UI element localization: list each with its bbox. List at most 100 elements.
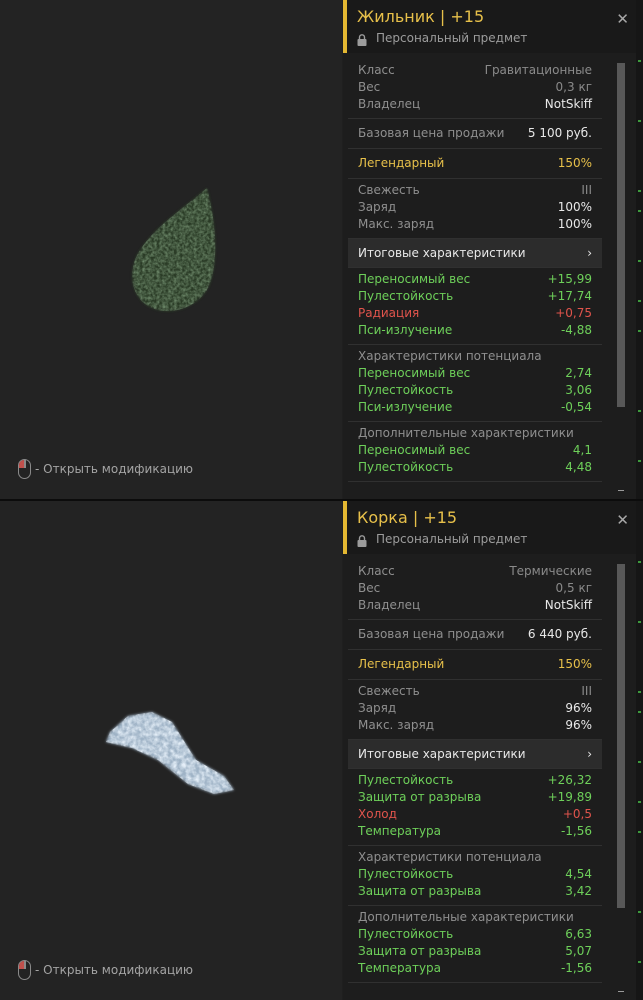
state-row-label: Макс. заряд bbox=[358, 217, 435, 231]
stat-row-label: Пулестойкость bbox=[358, 927, 454, 941]
stat-row-value: 5,07 bbox=[565, 944, 592, 958]
background-mark bbox=[638, 911, 641, 913]
extra-stats-section-header: Дополнительные характеристики bbox=[358, 910, 574, 924]
background-mark bbox=[638, 300, 641, 302]
state-row-value: III bbox=[581, 684, 592, 698]
state-row: Заряд 100% bbox=[358, 199, 592, 216]
rarity-section: Легендарный 150% bbox=[348, 149, 602, 179]
info-row-label: Вес bbox=[358, 581, 381, 595]
rarity-accent-bar bbox=[343, 501, 347, 554]
item-header: Жильник | +15 ✕ Персональный предмет bbox=[343, 0, 643, 53]
total-stats-toggle[interactable]: Итоговые характеристики › bbox=[348, 740, 602, 769]
artifact-texture bbox=[106, 712, 234, 794]
open-modification-label: - Открыть модификацию bbox=[35, 963, 194, 977]
stat-row: Температура -1,56 bbox=[358, 823, 592, 840]
artifact-preview: - Открыть модификацию bbox=[0, 501, 342, 1000]
background-mark bbox=[638, 460, 641, 462]
state-row: Заряд 96% bbox=[358, 700, 592, 717]
potential-stats-section: Характеристики потенциала Переносимый вес… bbox=[348, 345, 602, 422]
price-row: Базовая цена продажи 5 100 руб. bbox=[358, 125, 592, 142]
scrollbar-end bbox=[618, 991, 624, 992]
stat-row: Пулестойкость 4,48 bbox=[358, 459, 592, 476]
state-section: Свежесть III Заряд 100% Макс. заряд 100% bbox=[348, 179, 602, 239]
total-stats-toggle[interactable]: Итоговые характеристики › bbox=[348, 239, 602, 268]
total-stats-section: Переносимый вес +15,99 Пулестойкость +17,74… bbox=[348, 268, 602, 345]
open-modification-hint[interactable]: - Открыть модификацию bbox=[18, 960, 193, 980]
state-row-value: 100% bbox=[557, 217, 592, 231]
close-icon[interactable]: ✕ bbox=[616, 10, 629, 28]
open-modification-label: - Открыть модификацию bbox=[35, 462, 194, 476]
item-name: Жильник bbox=[357, 7, 435, 26]
rarity-row-value: 150% bbox=[557, 657, 592, 671]
stat-row-value: +19,89 bbox=[547, 790, 592, 804]
item-screen: - Открыть модификацию Жильник | +15 ✕ Персо… bbox=[0, 0, 643, 499]
stat-row: Пулестойкость +17,74 bbox=[358, 288, 592, 305]
price-row: Базовая цена продажи 6 440 руб. bbox=[358, 626, 592, 643]
price-section: Базовая цена продажи 5 100 руб. bbox=[348, 119, 602, 149]
extra-stats-section: Дополнительные характеристики Переносимый… bbox=[348, 422, 602, 482]
info-row: Класс Термические bbox=[358, 563, 592, 580]
background-mark bbox=[638, 330, 641, 332]
artifact-texture bbox=[132, 188, 216, 312]
stat-row: Температура -1,56 bbox=[358, 960, 592, 977]
background-mark bbox=[638, 801, 641, 803]
state-row-label: Свежесть bbox=[358, 183, 420, 197]
state-row-value: 96% bbox=[565, 718, 592, 732]
rarity-row: Легендарный 150% bbox=[358, 155, 592, 172]
state-row-value: III bbox=[581, 183, 592, 197]
artifact-image bbox=[132, 188, 216, 312]
stat-row: Пулестойкость 3,06 bbox=[358, 382, 592, 399]
stat-row-label: Пулестойкость bbox=[358, 460, 454, 474]
rarity-row-label: Легендарный bbox=[358, 657, 445, 671]
artifact-preview: - Открыть модификацию bbox=[0, 0, 342, 499]
stat-row-label: Радиация bbox=[358, 306, 420, 320]
rarity-accent-bar bbox=[343, 0, 347, 53]
info-row-value: 0,3 кг bbox=[555, 80, 592, 94]
extra-stats-section: Дополнительные характеристики Пулестойкос… bbox=[348, 906, 602, 983]
artifact-image bbox=[106, 712, 234, 794]
stat-row-label: Защита от разрыва bbox=[358, 884, 482, 898]
stats-scroll-area[interactable]: Класс Гравитационные Вес 0,3 кг Владелец NotS… bbox=[348, 59, 602, 495]
rarity-section: Легендарный 150% bbox=[348, 650, 602, 680]
stat-row-value: -1,56 bbox=[560, 961, 592, 975]
stat-row-label: Температура bbox=[358, 824, 442, 838]
info-row-label: Владелец bbox=[358, 598, 421, 612]
open-modification-hint[interactable]: - Открыть модификацию bbox=[18, 459, 193, 479]
rarity-row-value: 150% bbox=[557, 156, 592, 170]
stat-row-value: 3,42 bbox=[565, 884, 592, 898]
state-row-label: Заряд bbox=[358, 200, 397, 214]
state-row: Свежесть III bbox=[358, 182, 592, 199]
stat-row-label: Холод bbox=[358, 807, 397, 821]
close-icon[interactable]: ✕ bbox=[616, 511, 629, 529]
info-row-label: Владелец bbox=[358, 97, 421, 111]
background-mark bbox=[638, 561, 641, 563]
item-level: +15 bbox=[450, 7, 485, 26]
background-edge bbox=[636, 501, 643, 1000]
item-level: +15 bbox=[423, 508, 458, 527]
stats-scroll-area[interactable]: Класс Термические Вес 0,5 кг Владелец NotSkif… bbox=[348, 560, 602, 996]
scrollbar-thumb[interactable] bbox=[617, 564, 625, 908]
stat-row: Пси-излучение -0,54 bbox=[358, 399, 592, 416]
stat-row: Пулестойкость 6,63 bbox=[358, 926, 592, 943]
item-title: Жильник | +15 bbox=[357, 7, 484, 26]
background-mark bbox=[638, 410, 641, 412]
stat-row-label: Пулестойкость bbox=[358, 867, 454, 881]
state-row-label: Макс. заряд bbox=[358, 718, 435, 732]
potential-stats-section-header: Характеристики потенциала bbox=[358, 850, 542, 864]
info-section: Класс Термические Вес 0,5 кг Владелец NotSkif… bbox=[348, 560, 602, 620]
potential-stats-section-header: Характеристики потенциала bbox=[358, 349, 542, 363]
lock-icon bbox=[357, 532, 367, 547]
item-details-panel: Корка | +15 ✕ Персональный предмет Класс Тер… bbox=[343, 501, 643, 1000]
info-row-value: 0,5 кг bbox=[555, 581, 592, 595]
total-stats-section: Пулестойкость +26,32 Защита от разрыва +19,… bbox=[348, 769, 602, 846]
item-header: Корка | +15 ✕ Персональный предмет bbox=[343, 501, 643, 554]
info-row-label: Класс bbox=[358, 63, 395, 77]
scrollbar-thumb[interactable] bbox=[617, 63, 625, 407]
lock-icon bbox=[357, 31, 367, 46]
background-mark bbox=[638, 961, 641, 963]
total-stats-label: Итоговые характеристики bbox=[358, 747, 526, 761]
stat-row: Пулестойкость 4,54 bbox=[358, 866, 592, 883]
info-row: Владелец NotSkiff bbox=[358, 96, 592, 113]
info-row-value: NotSkiff bbox=[544, 97, 592, 111]
background-mark bbox=[638, 260, 641, 262]
